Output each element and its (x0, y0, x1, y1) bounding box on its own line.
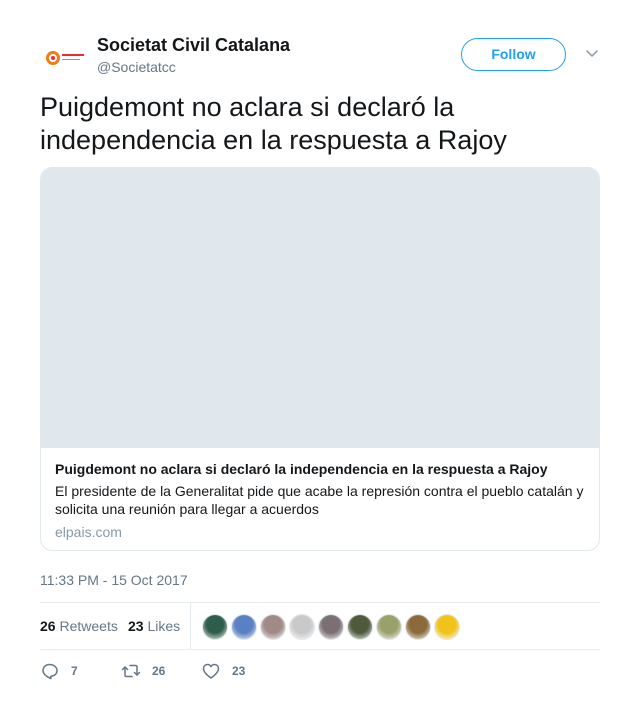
reply-icon (42, 663, 58, 680)
card-body: Puigdemont no aclara si declaró la indep… (41, 448, 599, 541)
chevron-down-icon[interactable] (585, 46, 599, 60)
link-card[interactable]: Puigdemont no aclara si declaró la indep… (40, 167, 600, 551)
card-domain: elpais.com (55, 524, 122, 540)
card-image[interactable] (41, 168, 599, 448)
liker-avatar[interactable] (434, 614, 460, 640)
author-display-name[interactable]: Societat Civil Catalana (97, 34, 290, 56)
liker-avatar[interactable] (347, 614, 373, 640)
tweet-stats: 26 Retweets 23 Likes (40, 602, 600, 650)
liker-avatar[interactable] (405, 614, 431, 640)
tweet-header: Societat Civil Catalana @Societatcc Foll… (40, 34, 600, 84)
retweets-count: 26 (40, 618, 56, 634)
likes-count: 23 (128, 618, 144, 634)
liker-avatar[interactable] (318, 614, 344, 640)
retweet-button[interactable]: 26 (121, 660, 165, 682)
likes-label: Likes (147, 618, 181, 634)
retweet-icon (121, 664, 141, 678)
societat-civil-catalana-logo-icon (46, 51, 60, 65)
reply-button[interactable]: 7 (40, 660, 78, 682)
like-button[interactable]: 23 (201, 660, 245, 682)
tweet-actions: 7 26 23 (40, 660, 600, 682)
retweet-count: 26 (152, 664, 166, 678)
liker-avatar[interactable] (231, 614, 257, 640)
author-names: Societat Civil Catalana @Societatcc (97, 34, 290, 77)
liker-avatar[interactable] (202, 614, 228, 640)
liker-avatar[interactable] (289, 614, 315, 640)
retweets-stat[interactable]: 26 Retweets (40, 617, 118, 635)
liker-avatar[interactable] (260, 614, 286, 640)
tweet-timestamp[interactable]: 11:33 PM - 15 Oct 2017 (40, 571, 188, 589)
tweet-text: Puigdemont no aclara si declaró la indep… (40, 92, 507, 155)
card-description: El presidente de la Generalitat pide que… (55, 483, 584, 517)
heart-icon (202, 663, 220, 679)
like-count: 23 (232, 664, 246, 678)
card-title: Puigdemont no aclara si declaró la indep… (55, 461, 548, 477)
avatar[interactable] (40, 36, 88, 84)
author-handle[interactable]: @Societatcc (97, 57, 290, 77)
stats-divider (190, 603, 191, 649)
likes-stat[interactable]: 23 Likes (128, 617, 180, 635)
liker-avatar[interactable] (376, 614, 402, 640)
follow-button[interactable]: Follow (461, 38, 566, 71)
retweets-label: Retweets (59, 618, 118, 634)
reply-count: 7 (71, 664, 78, 678)
